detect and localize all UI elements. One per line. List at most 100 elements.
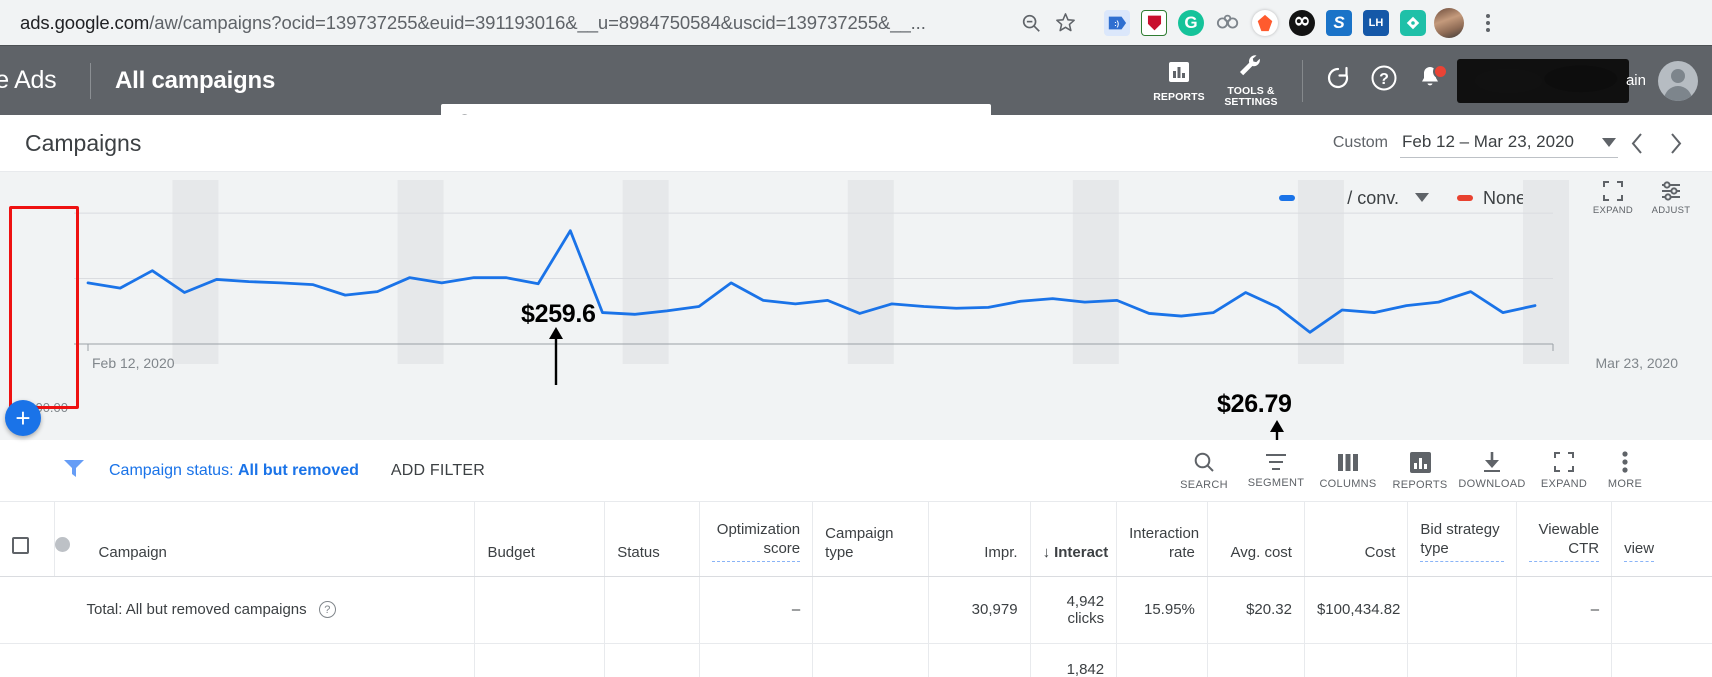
hunter-extension-icon[interactable] (1289, 10, 1315, 36)
row-campaign-type (813, 643, 929, 677)
column-optimization-score-label: Optimization score (712, 520, 800, 562)
select-all-checkbox-cell[interactable] (0, 502, 55, 576)
row-interaction-rate (1117, 643, 1208, 677)
help-button[interactable]: ? (1361, 58, 1407, 104)
account-name-redacted (1457, 59, 1629, 103)
column-optimization-score[interactable]: Optimization score (700, 502, 813, 576)
column-viewable-ctr-label: Viewable CTR (1529, 520, 1599, 562)
column-bid-strategy-type[interactable]: Bid strategy type (1408, 502, 1517, 576)
column-campaign[interactable]: Campaign (87, 502, 475, 576)
omnibox[interactable]: ads.google.com/aw/campaigns?ocid=1397372… (0, 5, 1090, 41)
linkhelper-extension-icon[interactable]: LH (1363, 10, 1389, 36)
row-status (605, 643, 700, 677)
add-filter-button[interactable]: ADD FILTER (391, 462, 485, 480)
table-row[interactable]: 1,842 (0, 643, 1712, 677)
zoom-out-icon[interactable] (1014, 6, 1048, 40)
row-optimization-score (700, 643, 813, 677)
ahrefs-extension-icon[interactable] (1252, 10, 1278, 36)
reports-button[interactable]: REPORTS (1146, 59, 1212, 103)
table-row-total: Total: All but removed campaigns ? – 30,… (0, 576, 1712, 643)
tools-settings-button[interactable]: TOOLS &SETTINGS (1212, 53, 1290, 108)
mcafee-extension-icon[interactable] (1141, 10, 1167, 36)
pocket-extension-icon[interactable]: :) (1104, 10, 1130, 36)
table-more-button[interactable]: MORE (1600, 451, 1650, 490)
row-interactions: 1,842 (1030, 643, 1117, 677)
column-view-partial[interactable]: view (1612, 502, 1712, 576)
row-campaign[interactable] (87, 643, 475, 677)
similarweb-extension-icon[interactable] (1215, 10, 1241, 36)
reports-label: REPORTS (1153, 92, 1204, 103)
reports-bar-chart-icon (1166, 59, 1192, 90)
svg-text:?: ? (1379, 71, 1389, 88)
url-path: /aw/campaigns?ocid=139737255&euid=391193… (149, 12, 926, 33)
campaigns-table: Campaign Budget Status Optimization scor… (0, 502, 1712, 677)
total-optimization-score: – (700, 576, 813, 643)
column-avg-cost[interactable]: Avg. cost (1207, 502, 1304, 576)
filter-funnel-icon[interactable] (63, 458, 85, 483)
browser-profile-avatar[interactable] (1434, 8, 1464, 38)
performance-chart: Cost / conv. None EXPAND ADJUST $300.00 … (0, 172, 1712, 440)
header-divider-2 (1302, 60, 1303, 102)
checkbox-icon[interactable] (12, 537, 29, 554)
total-row-label-cell: Total: All but removed campaigns ? (87, 576, 475, 643)
x-axis-end-label: Mar 23, 2020 (1596, 355, 1679, 371)
column-impr[interactable]: Impr. (929, 502, 1030, 576)
filter-chip-campaign-status[interactable]: Campaign status: All but removed (109, 462, 359, 480)
trough-annotation: $26.79 (1217, 390, 1292, 419)
status-dot-icon (55, 537, 70, 552)
trough-annotation-arrow (1266, 420, 1288, 440)
account-context-label[interactable]: All campaigns (115, 67, 275, 95)
account-avatar[interactable] (1658, 61, 1698, 101)
column-interactions-label: Interact (1054, 544, 1108, 561)
next-period-button[interactable] (1656, 124, 1694, 162)
table-toolbar: SEARCH SEGMENT COLUMNS REPORTS DOWNLOAD … (1168, 450, 1650, 491)
column-interactions[interactable]: ↓Interact (1030, 502, 1117, 576)
total-campaign-type (813, 576, 929, 643)
grammarly-extension-icon[interactable]: G (1178, 10, 1204, 36)
total-avg-cost: $20.32 (1207, 576, 1304, 643)
kebab-menu-icon[interactable] (1474, 8, 1502, 38)
table-columns-button[interactable]: COLUMNS (1312, 452, 1384, 490)
column-campaign-type[interactable]: Campaign type (813, 502, 929, 576)
table-columns-label: COLUMNS (1319, 478, 1376, 490)
total-budget (475, 576, 605, 643)
column-budget[interactable]: Budget (475, 502, 605, 576)
y-axis-highlight-box (9, 206, 79, 409)
date-range-picker[interactable]: Feb 12 – Mar 23, 2020 (1400, 128, 1618, 158)
table-reports-button[interactable]: REPORTS (1384, 451, 1456, 491)
column-cost[interactable]: Cost (1304, 502, 1407, 576)
filter-chip-prefix: Campaign status: (109, 462, 238, 479)
notifications-button[interactable] (1407, 58, 1453, 104)
refresh-button[interactable] (1315, 58, 1361, 104)
column-view-partial-label: view (1624, 539, 1654, 562)
tag-extension-icon[interactable] (1400, 10, 1426, 36)
help-question-icon[interactable]: ? (319, 601, 336, 618)
table-reports-label: REPORTS (1392, 479, 1447, 491)
column-status[interactable]: Status (605, 502, 700, 576)
row-cost (1304, 643, 1407, 677)
row-viewable-ctr (1517, 643, 1612, 677)
help-question-icon: ? (1370, 64, 1398, 97)
prev-period-button[interactable] (1618, 124, 1656, 162)
tools-label-2: SETTINGS (1224, 96, 1277, 108)
row-checkbox-cell[interactable] (0, 643, 55, 677)
row-dot-cell (55, 643, 87, 677)
refresh-icon (1324, 64, 1352, 97)
table-segment-button[interactable]: SEGMENT (1240, 452, 1312, 489)
row-avg-cost (1207, 643, 1304, 677)
star-icon[interactable] (1048, 6, 1082, 40)
table-download-button[interactable]: DOWNLOAD (1456, 451, 1528, 490)
new-campaign-fab[interactable]: + (5, 400, 41, 436)
table-expand-button[interactable]: EXPAND (1528, 451, 1600, 490)
column-viewable-ctr[interactable]: Viewable CTR (1517, 502, 1612, 576)
table-search-button[interactable]: SEARCH (1168, 450, 1240, 491)
browser-toolbar: ads.google.com/aw/campaigns?ocid=1397372… (0, 0, 1712, 45)
column-interaction-rate[interactable]: Interaction rate (1117, 502, 1208, 576)
url-text[interactable]: ads.google.com/aw/campaigns?ocid=1397372… (20, 12, 1014, 34)
wrench-icon (1237, 53, 1265, 84)
google-ads-logo[interactable]: le Ads (0, 66, 80, 95)
total-interaction-rate: 15.95% (1117, 576, 1208, 643)
sumo-extension-icon[interactable]: S (1326, 10, 1352, 36)
table-expand-label: EXPAND (1541, 478, 1587, 490)
sort-desc-arrow-icon: ↓ (1043, 544, 1051, 561)
